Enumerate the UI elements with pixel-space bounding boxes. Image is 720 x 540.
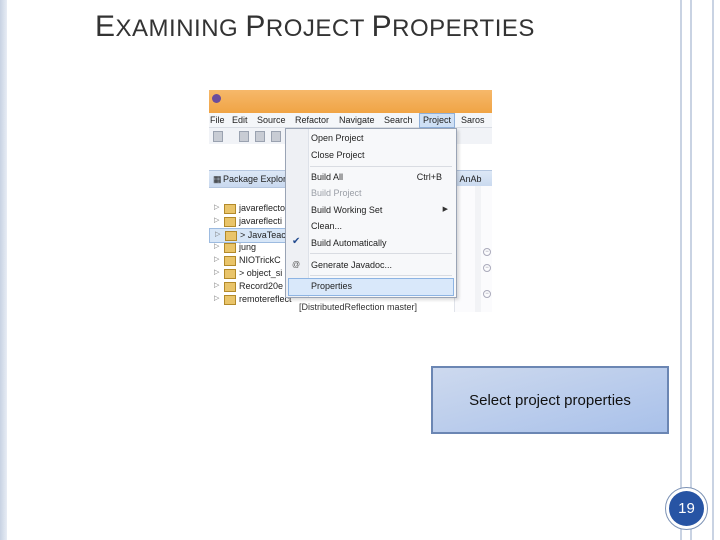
project-folder-icon	[225, 231, 237, 241]
menu-item-build-project[interactable]: Build Project	[311, 186, 362, 200]
collapse-icon[interactable]: −	[483, 290, 491, 298]
menu-separator	[310, 275, 452, 276]
package-explorer-tab[interactable]: Package Explor	[223, 174, 286, 184]
menu-icon-gutter	[286, 129, 309, 297]
slide-right-rail	[680, 0, 682, 540]
menu-item-build-automatically[interactable]: Build Automatically	[311, 236, 387, 250]
title-letter: P	[371, 10, 393, 43]
print-icon[interactable]	[271, 131, 281, 142]
menu-file[interactable]: File	[210, 115, 225, 125]
slide-left-border	[0, 0, 7, 540]
window-titlebar	[209, 90, 492, 113]
editor-tab[interactable]: ] AnAb	[455, 174, 482, 184]
menu-saros[interactable]: Saros	[461, 115, 485, 125]
expand-arrow-icon[interactable]: ▷	[214, 242, 219, 250]
callout-box: Select project properties	[431, 366, 669, 434]
menu-item-open-project[interactable]: Open Project	[311, 131, 364, 145]
project-folder-icon	[224, 204, 236, 214]
tree-item-label: javareflecti	[239, 216, 283, 226]
collapse-icon[interactable]: −	[483, 264, 491, 272]
slide-right-rail	[690, 0, 692, 540]
editor-pane: − − −	[454, 186, 492, 312]
package-explorer-icon: ▦	[213, 174, 222, 184]
menu-navigate[interactable]: Navigate	[339, 115, 375, 125]
menu-source[interactable]: Source	[257, 115, 286, 125]
menu-item-build-working-set[interactable]: Build Working Set	[311, 203, 382, 217]
menu-bar: File Edit Source Refactor Navigate Searc…	[209, 113, 492, 128]
javadoc-icon: @	[292, 260, 301, 269]
project-folder-icon	[224, 217, 236, 227]
tree-item-label: Record20e	[239, 281, 284, 291]
expand-arrow-icon[interactable]: ▷	[215, 230, 220, 238]
menu-separator	[310, 253, 452, 254]
title-word: ROPERTIES	[392, 15, 535, 42]
menu-item-close-project[interactable]: Close Project	[311, 148, 365, 162]
tree-item-label: javareflecto	[239, 203, 286, 213]
project-folder-icon	[224, 295, 236, 305]
menu-separator	[310, 166, 452, 167]
title-letter: E	[95, 10, 116, 43]
title-word: ROJECT	[265, 15, 372, 42]
title-letter: P	[245, 10, 266, 43]
slide-title: EXAMINING PROJECT PROPERTIES	[95, 10, 535, 44]
tree-item[interactable]: ▷ > object_si	[209, 267, 289, 280]
project-folder-icon	[224, 256, 236, 266]
tree-item-label: NIOTrickC	[239, 255, 281, 265]
tree-item-label: > JavaTeac	[240, 230, 286, 240]
menu-item-generate-javadoc[interactable]: Generate Javadoc...	[311, 258, 392, 272]
save-all-icon[interactable]	[255, 131, 265, 142]
save-icon[interactable]	[239, 131, 249, 142]
menu-item-clean[interactable]: Clean...	[311, 219, 342, 233]
tree-item[interactable]: ▷ NIOTrickC	[209, 254, 289, 267]
slide-right-rail	[712, 0, 714, 540]
shortcut-build-all: Ctrl+B	[416, 172, 442, 182]
tree-item-label: jung	[239, 242, 257, 252]
callout-text: Select project properties	[469, 391, 631, 409]
expand-arrow-icon[interactable]: ▷	[214, 255, 219, 263]
menu-edit[interactable]: Edit	[232, 115, 248, 125]
eclipse-logo-icon	[212, 94, 221, 103]
new-icon[interactable]	[213, 131, 223, 142]
project-folder-icon	[224, 269, 236, 279]
project-folder-icon	[224, 282, 236, 292]
expand-arrow-icon[interactable]: ▷	[214, 294, 219, 302]
expand-arrow-icon[interactable]: ▷	[214, 268, 219, 276]
tree-item-label: remotereflect	[239, 294, 292, 304]
tree-item[interactable]: ▷ Record20e	[209, 280, 289, 293]
menu-search[interactable]: Search	[384, 115, 413, 125]
title-word: XAMINING	[115, 15, 246, 42]
tree-item[interactable]: ▷ remotereflect	[209, 293, 292, 306]
repo-decoration: [DistributedReflection master]	[299, 302, 418, 312]
tree-item[interactable]: ▷ jung	[209, 241, 289, 254]
tree-item-label: > object_si	[239, 268, 283, 278]
checkmark-icon: ✔	[292, 236, 301, 247]
expand-arrow-icon[interactable]: ▷	[214, 281, 219, 289]
menu-item-properties[interactable]: Properties	[311, 279, 352, 293]
expand-arrow-icon[interactable]: ▷	[214, 203, 219, 211]
expand-arrow-icon[interactable]: ▷	[214, 216, 219, 224]
slide-number: 19	[669, 491, 704, 526]
collapse-icon[interactable]: −	[483, 248, 491, 256]
menu-item-build-all[interactable]: Build All	[311, 170, 343, 184]
menu-project[interactable]: Project	[419, 113, 456, 128]
menu-refactor[interactable]: Refactor	[295, 115, 329, 125]
slide-number-badge: 19	[665, 487, 708, 530]
tree-item[interactable]: ▷ javareflecti	[209, 215, 289, 228]
editor-gutter	[475, 186, 481, 312]
tree-item[interactable]: ▷ javareflecto	[209, 202, 289, 215]
submenu-arrow-icon: ▶	[442, 206, 448, 213]
project-dropdown-menu: Open Project Close Project Build All Ctr…	[285, 128, 457, 298]
project-folder-icon	[224, 243, 236, 253]
